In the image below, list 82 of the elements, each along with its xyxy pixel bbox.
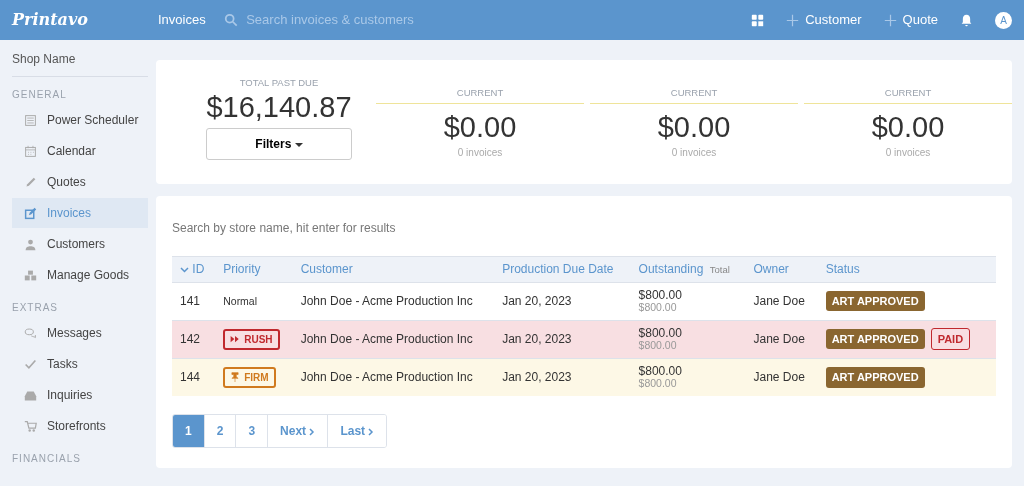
section-heading: EXTRAS [12, 302, 59, 314]
column-header[interactable]: Customer [292, 256, 495, 282]
column-header[interactable]: Owner [745, 256, 818, 282]
edit-icon [24, 206, 37, 220]
column-note: Total [709, 264, 730, 275]
status-tag: ART APPROVED [825, 290, 925, 312]
table-cell: John Doe - Acme Production Inc [292, 320, 495, 358]
total-amount: $16,140.87 [205, 90, 353, 126]
section-heading: GENERAL [12, 89, 68, 101]
total-amount: $800.00 [638, 339, 678, 352]
sidebar-item[interactable]: Quotes [12, 167, 148, 197]
avatar[interactable]: A [995, 11, 1012, 29]
bell-icon[interactable] [960, 13, 973, 27]
chevron-icon [368, 427, 375, 436]
boxes-icon [24, 268, 37, 282]
bucket-label: CURRENT [669, 86, 719, 100]
table-cell: 144 [172, 358, 216, 396]
pin-icon [230, 372, 241, 383]
table-cell: John Doe - Acme Production Inc [292, 358, 495, 396]
logo[interactable]: Printavo [12, 8, 158, 32]
summary-label: TOTAL PAST DUE [238, 76, 320, 90]
bucket-label: CURRENT [455, 86, 505, 100]
sidebar-item[interactable]: Manage Goods [12, 260, 148, 290]
search-icon [223, 13, 238, 27]
invoice-count: 0 invoices [670, 146, 718, 161]
status-tag: ART APPROVED [825, 367, 925, 388]
table-cell: 142 [172, 320, 216, 358]
check-icon [24, 357, 37, 371]
bucket-label: CURRENT [883, 86, 933, 100]
priority-text: Normal [223, 295, 258, 307]
tray-icon [24, 388, 37, 402]
sidebar-item[interactable]: Storefronts [12, 411, 148, 441]
bucket-amount: $0.00 [442, 110, 518, 146]
section-heading: FINANCIALS [12, 453, 82, 465]
sidebar-item[interactable]: Inquiries [12, 380, 148, 410]
outstanding-amount: $800.00 [638, 364, 683, 379]
invoice-count: 0 invoices [884, 146, 932, 161]
sidebar-item[interactable]: Messages [12, 318, 148, 348]
outstanding-amount: $800.00 [638, 288, 683, 302]
column-header[interactable]: Outstanding Total [630, 256, 746, 282]
column-header[interactable]: Status [817, 256, 996, 282]
search-field[interactable]: Search invoices & customers [244, 9, 505, 31]
grid-icon[interactable] [751, 13, 765, 27]
column-header[interactable]: ID [172, 256, 216, 282]
table-cell: Jan 20, 2023 [494, 358, 631, 396]
sidebar-item[interactable]: Customers [12, 229, 148, 259]
add-button[interactable]: Quote [883, 10, 938, 30]
invoice-count: 0 invoices [456, 146, 504, 161]
bucket-amount: $0.00 [870, 110, 946, 146]
caret-icon [294, 142, 303, 149]
total-amount: $800.00 [638, 378, 678, 390]
person-icon [24, 237, 37, 251]
table-cell: Jane Doe [745, 320, 818, 358]
column-header[interactable]: Production Due Date [494, 256, 631, 282]
fast-forward-icon [230, 334, 241, 344]
plus-icon [883, 13, 897, 27]
sidebar-item[interactable]: Calendar [12, 136, 148, 166]
nav-link[interactable]: Invoices [158, 10, 206, 30]
sidebar-item[interactable]: Power Scheduler [12, 105, 148, 135]
chevron-icon [309, 427, 316, 436]
sidebar-item[interactable]: Invoices [12, 198, 148, 228]
priority-tag: RUSH [223, 328, 280, 350]
column-header[interactable]: Priority [215, 256, 293, 282]
filters-button[interactable]: Filters [206, 128, 352, 161]
pencil-icon [24, 175, 37, 189]
status-tag: ART APPROVED [825, 328, 925, 350]
plus-icon [786, 13, 800, 27]
priority-tag: FIRM [223, 366, 276, 388]
total-amount: $800.00 [638, 301, 678, 314]
chat-icon [24, 326, 37, 340]
sidebar-item[interactable]: Tasks [12, 349, 148, 379]
cart-icon [24, 419, 37, 433]
calendar-icon [24, 144, 37, 158]
outstanding-amount: $800.00 [638, 326, 683, 340]
shop-name: Shop Name [12, 48, 148, 77]
status-tag: PAID [930, 327, 971, 351]
list-icon [24, 113, 37, 127]
table-cell: Jane Doe [745, 358, 818, 396]
bucket-amount: $0.00 [656, 110, 732, 146]
page-button[interactable]: 1 [173, 415, 205, 447]
add-button[interactable]: Customer [786, 10, 862, 30]
table-cell: Jan 20, 2023 [494, 320, 631, 358]
